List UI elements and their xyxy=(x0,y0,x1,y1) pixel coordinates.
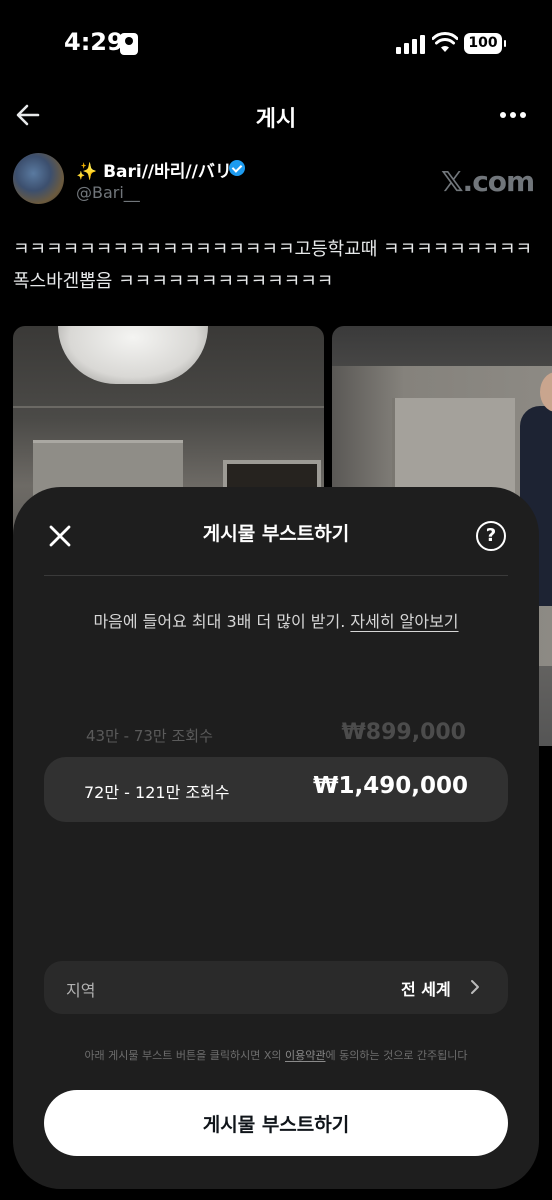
learn-more-link[interactable]: 자세히 알아보기 xyxy=(350,612,458,631)
terms-suffix: 에 동의하는 것으로 간주됩니다 xyxy=(325,1049,468,1062)
terms-notice: 아래 게시물 부스트 버튼을 클릭하시면 X의 이용약관에 동의하는 것으로 간… xyxy=(0,1047,552,1063)
sheet-title: 게시물 부스트하기 xyxy=(202,523,350,545)
subtitle-text: 마음에 들어요 최대 3배 더 많이 받기. xyxy=(93,612,346,631)
boost-post-button[interactable]: 게시물 부스트하기 xyxy=(44,1090,508,1156)
battery-icon: 100 xyxy=(464,33,506,54)
post-text: ㅋㅋㅋㅋㅋㅋㅋㅋㅋㅋㅋㅋㅋㅋㅋㅋㅋ고등학교때 ㅋㅋㅋㅋㅋㅋㅋㅋㅋ폭스바겐뽑음 ㅋ… xyxy=(13,239,533,292)
id-card-icon xyxy=(120,33,138,55)
verified-badge-icon xyxy=(229,160,245,176)
boost-sheet xyxy=(13,487,539,1189)
author-name[interactable]: ✨ Bari//바리//バリ xyxy=(76,157,232,182)
sheet-subtitle: 마음에 들어요 최대 3배 더 많이 받기. 자세히 알아보기 xyxy=(0,608,552,632)
x-logo: 𝕏.com xyxy=(441,165,535,198)
option-views[interactable]: 43만 - 73만 조회수 xyxy=(86,725,213,746)
option-price[interactable]: ₩1,490,000 xyxy=(313,773,468,799)
chevron-right-icon[interactable] xyxy=(468,979,482,995)
region-value[interactable]: 전 세계 xyxy=(401,976,451,1000)
signal-icon xyxy=(396,34,426,54)
question-circle-icon[interactable]: ? xyxy=(476,521,506,551)
author-handle[interactable]: @Bari__ xyxy=(76,183,140,202)
page-title: 게시 xyxy=(255,107,297,132)
option-price[interactable]: ₩899,000 xyxy=(342,720,466,745)
region-label: 지역 xyxy=(66,981,96,1000)
wifi-icon xyxy=(432,32,458,52)
status-time: 4:29 xyxy=(64,28,124,56)
option-views[interactable]: 72만 - 121만 조회수 xyxy=(84,779,230,803)
terms-prefix: 아래 게시물 부스트 버튼을 클릭하시면 X의 xyxy=(84,1049,285,1062)
terms-link[interactable]: 이용약관 xyxy=(285,1049,325,1062)
divider xyxy=(44,575,508,576)
more-horizontal-icon[interactable] xyxy=(498,112,528,120)
avatar[interactable] xyxy=(13,153,64,204)
